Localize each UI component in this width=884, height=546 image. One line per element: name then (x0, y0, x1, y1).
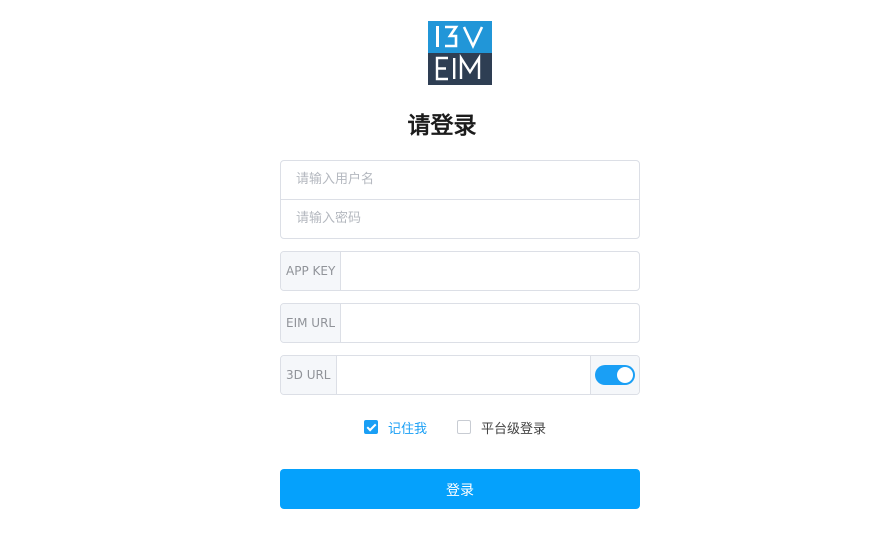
i3v-eim-logo (428, 21, 492, 85)
3d-url-input[interactable] (337, 356, 591, 394)
remember-me-label: 记住我 (388, 421, 428, 437)
app-key-input[interactable] (341, 252, 639, 290)
app-key-field: APP KEY (280, 251, 640, 291)
password-placeholder: 请输入密码 (296, 211, 362, 226)
login-page: 请登录 请输入用户名 请输入密码 APP KEY EIM URL 3D URL … (0, 0, 884, 546)
platform-login-label: 平台级登录 (481, 421, 547, 437)
login-options: 记住我 平台级登录 (364, 417, 546, 437)
3d-url-toggle[interactable] (595, 365, 635, 385)
eim-url-label: EIM URL (281, 304, 342, 342)
platform-login-checkbox[interactable]: 平台级登录 (457, 418, 546, 437)
eim-url-field: EIM URL (280, 303, 640, 343)
page-title: 请登录 (407, 113, 477, 139)
password-input[interactable]: 请输入密码 (281, 199, 639, 238)
3d-url-toggle-addon (590, 356, 639, 394)
checkbox-unchecked-icon (457, 420, 472, 434)
eim-url-input[interactable] (341, 304, 639, 342)
login-button[interactable]: 登录 (280, 469, 640, 509)
checkbox-checked-icon (364, 420, 378, 434)
username-input[interactable]: 请输入用户名 (281, 161, 639, 199)
remember-me-checkbox[interactable]: 记住我 (364, 418, 427, 437)
3d-url-label: 3D URL (281, 356, 337, 394)
3d-url-field: 3D URL (280, 355, 640, 395)
app-key-label: APP KEY (281, 252, 342, 290)
credentials-group: 请输入用户名 请输入密码 (280, 160, 640, 239)
username-placeholder: 请输入用户名 (296, 172, 375, 187)
logo-lettering-icon (435, 25, 484, 81)
toggle-knob (617, 367, 633, 383)
